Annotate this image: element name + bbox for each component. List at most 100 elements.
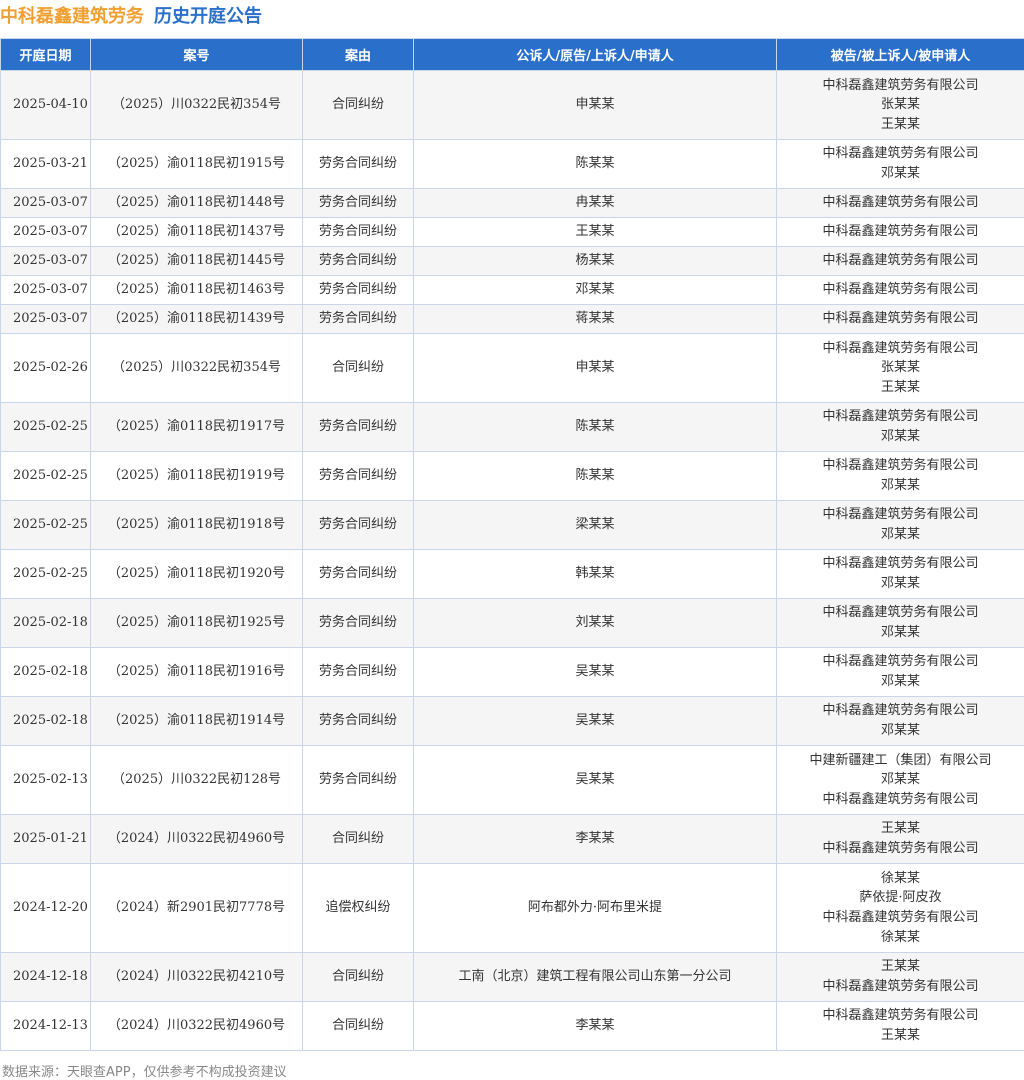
defendant-name: 邓某某 (880, 166, 920, 181)
table-row: 2025-03-07 （2025）渝0118民初1445号 劳务合同纠纷 杨某某 中科磊… (0, 246, 1024, 276)
defendant-name: 中科磊鑫建筑劳务有限公司 (822, 979, 979, 994)
table-row: 2024-12-13 （2024）川0322民初4960号 合同纠纷 李某某 中科磊鑫建… (0, 1001, 1024, 1051)
plaintiff-cell: 吴某某 (413, 696, 777, 746)
table-row: 2025-03-07 （2025）渝0118民初1439号 劳务合同纠纷 蒋某某 中科磊… (0, 304, 1024, 334)
defendant-name: 中科磊鑫建筑劳务有限公司 (822, 224, 979, 240)
date-cell: 2025-04-10 (0, 70, 91, 140)
cause-cell: 劳务合同纠纷 (302, 647, 414, 697)
plaintiff-cell: 申某某 (413, 70, 777, 140)
company-name: 中科磊鑫建筑劳务 (0, 6, 144, 27)
defendant-name: 萨依提·阿皮孜 (859, 890, 942, 906)
defendant-cell: 中科磊鑫建筑劳务有限公司 邓某某 (776, 549, 1024, 599)
table-row: 2025-02-25 （2025）渝0118民初1917号 劳务合同纠纷 陈某某 中科磊… (0, 402, 1024, 452)
defendant-cell: 中科磊鑫建筑劳务有限公司 邓某某 (776, 598, 1024, 648)
cause-cell: 劳务合同纠纷 (302, 500, 414, 550)
plaintiff-cell: 工南（北京）建筑工程有限公司山东第一分公司 (413, 952, 777, 1002)
defendant-name: 王某某 (880, 379, 920, 395)
defendant-cell: 中科磊鑫建筑劳务有限公司 (776, 246, 1024, 276)
date-cell: 2025-03-21 (0, 139, 91, 189)
cause-cell: 劳务合同纠纷 (302, 598, 414, 648)
defendant-name: 中建新疆建工（集团）有限公司 (809, 752, 992, 768)
section-heading: 历史开庭公告 (154, 6, 262, 27)
defendant-name: 徐某某 (880, 870, 920, 886)
date-cell: 2025-02-13 (0, 745, 91, 815)
defendant-cell: 中科磊鑫建筑劳务有限公司 (776, 275, 1024, 305)
table-row: 2025-02-18 （2025）渝0118民初1916号 劳务合同纠纷 吴某某 中科磊… (0, 647, 1024, 697)
table-row: 2025-03-07 （2025）渝0118民初1463号 劳务合同纠纷 邓某某 中科磊… (0, 275, 1024, 305)
column-header-defendant: 被告/被上诉人/被申请人 (776, 38, 1024, 71)
defendant-name: 王某某 (880, 821, 920, 837)
defendant-cell: 中科磊鑫建筑劳务有限公司 邓某某 (776, 696, 1024, 746)
date-cell: 2025-02-26 (0, 333, 91, 403)
page-title: 中科磊鑫建筑劳务 历史开庭公告 (0, 2, 262, 28)
date-cell: 2025-03-07 (0, 188, 91, 218)
defendant-name: 中科磊鑫建筑劳务有限公司 (822, 458, 979, 474)
table-row: 2025-03-21 （2025）渝0118民初1915号 劳务合同纠纷 陈某某 中科磊… (0, 139, 1024, 189)
table-row: 2025-01-21 （2024）川0322民初4960号 合同纠纷 李某某 王某某 中科… (0, 814, 1024, 864)
defendant-name: 中科磊鑫建筑劳务有限公司 (822, 791, 979, 807)
case-number-cell: （2025）川0322民初354号 (90, 333, 303, 403)
defendant-name: 中科磊鑫建筑劳务有限公司 (822, 253, 979, 269)
plaintiff-cell: 冉某某 (413, 188, 777, 218)
cause-cell: 劳务合同纠纷 (302, 696, 414, 746)
defendant-name: 中科磊鑫建筑劳务有限公司 (822, 195, 979, 211)
case-number-cell: （2025）渝0118民初1916号 (90, 647, 303, 697)
defendant-name: 王某某 (880, 1028, 920, 1043)
table-row: 2025-02-18 （2025）渝0118民初1925号 劳务合同纠纷 刘某某 中科磊… (0, 598, 1024, 648)
date-cell: 2025-03-07 (0, 304, 91, 334)
table-row: 2025-03-07 （2025）渝0118民初1448号 劳务合同纠纷 冉某某 中科磊… (0, 188, 1024, 218)
defendant-name: 中科磊鑫建筑劳务有限公司 (822, 340, 979, 356)
table-row: 2024-12-20 （2024）新2901民初7778号 追偿权纠纷 阿布都外力·阿… (0, 863, 1024, 953)
case-number-cell: （2025）渝0118民初1919号 (90, 451, 303, 501)
plaintiff-cell: 韩某某 (413, 549, 777, 599)
defendant-cell: 中科磊鑫建筑劳务有限公司 (776, 188, 1024, 218)
table-row: 2025-04-10 （2025）川0322民初354号 合同纠纷 申某某 中科磊鑫建筑… (0, 70, 1024, 140)
cause-cell: 劳务合同纠纷 (302, 402, 414, 452)
defendant-name: 中科磊鑫建筑劳务有限公司 (822, 409, 979, 425)
defendant-name: 邓某某 (880, 625, 920, 640)
defendant-name: 中科磊鑫建筑劳务有限公司 (822, 654, 979, 670)
defendant-cell: 王某某 中科磊鑫建筑劳务有限公司 (776, 952, 1024, 1002)
defendant-cell: 中科磊鑫建筑劳务有限公司 邓某某 (776, 139, 1024, 189)
cause-cell: 劳务合同纠纷 (302, 246, 414, 276)
defendant-name: 徐某某 (880, 929, 920, 945)
date-cell: 2025-02-25 (0, 451, 91, 501)
cause-cell: 合同纠纷 (302, 814, 414, 864)
defendant-cell: 中科磊鑫建筑劳务有限公司 张某某 王某某 (776, 70, 1024, 140)
defendant-name: 中科磊鑫建筑劳务有限公司 (822, 703, 979, 719)
date-cell: 2025-02-18 (0, 647, 91, 697)
defendant-cell: 中科磊鑫建筑劳务有限公司 邓某某 (776, 402, 1024, 452)
date-cell: 2024-12-20 (0, 863, 91, 953)
plaintiff-cell: 阿布都外力·阿布里米提 (413, 863, 777, 953)
cause-cell: 劳务合同纠纷 (302, 275, 414, 305)
cause-cell: 追偿权纠纷 (302, 863, 414, 953)
cause-cell: 劳务合同纠纷 (302, 745, 414, 815)
table-header-row: 开庭日期 案号 案由 公诉人/原告/上诉人/申请人 被告/被上诉人/被申请人 (0, 38, 1024, 71)
defendant-name: 邓某某 (880, 478, 920, 493)
court-hearing-table: 开庭日期 案号 案由 公诉人/原告/上诉人/申请人 被告/被上诉人/被申请人 2… (0, 38, 1024, 1051)
cause-cell: 合同纠纷 (302, 70, 414, 140)
case-number-cell: （2025）渝0118民初1437号 (90, 217, 303, 247)
date-cell: 2025-01-21 (0, 814, 91, 864)
plaintiff-cell: 陈某某 (413, 402, 777, 452)
defendant-name: 邓某某 (880, 674, 920, 689)
defendant-name: 邓某某 (880, 772, 920, 788)
cause-cell: 劳务合同纠纷 (302, 139, 414, 189)
case-number-cell: （2024）新2901民初7778号 (90, 863, 303, 953)
plaintiff-cell: 刘某某 (413, 598, 777, 648)
defendant-name: 中科磊鑫建筑劳务有限公司 (822, 1008, 979, 1024)
case-number-cell: （2025）渝0118民初1448号 (90, 188, 303, 218)
plaintiff-cell: 梁某某 (413, 500, 777, 550)
cause-cell: 劳务合同纠纷 (302, 188, 414, 218)
date-cell: 2025-02-25 (0, 500, 91, 550)
table-row: 2025-02-26 （2025）川0322民初354号 合同纠纷 申某某 中科磊鑫建筑… (0, 333, 1024, 403)
defendant-name: 中科磊鑫建筑劳务有限公司 (822, 77, 979, 93)
case-number-cell: （2025）渝0118民初1915号 (90, 139, 303, 189)
plaintiff-cell: 李某某 (413, 1001, 777, 1051)
defendant-cell: 徐某某 萨依提·阿皮孜 中科磊鑫建筑劳务有限公司 徐某某 (776, 863, 1024, 953)
case-number-cell: （2025）川0322民初354号 (90, 70, 303, 140)
cause-cell: 劳务合同纠纷 (302, 217, 414, 247)
data-source-note: 数据来源：天眼查APP，仅供参考不构成投资建议 (2, 1065, 287, 1080)
cause-cell: 劳务合同纠纷 (302, 451, 414, 501)
plaintiff-cell: 王某某 (413, 217, 777, 247)
